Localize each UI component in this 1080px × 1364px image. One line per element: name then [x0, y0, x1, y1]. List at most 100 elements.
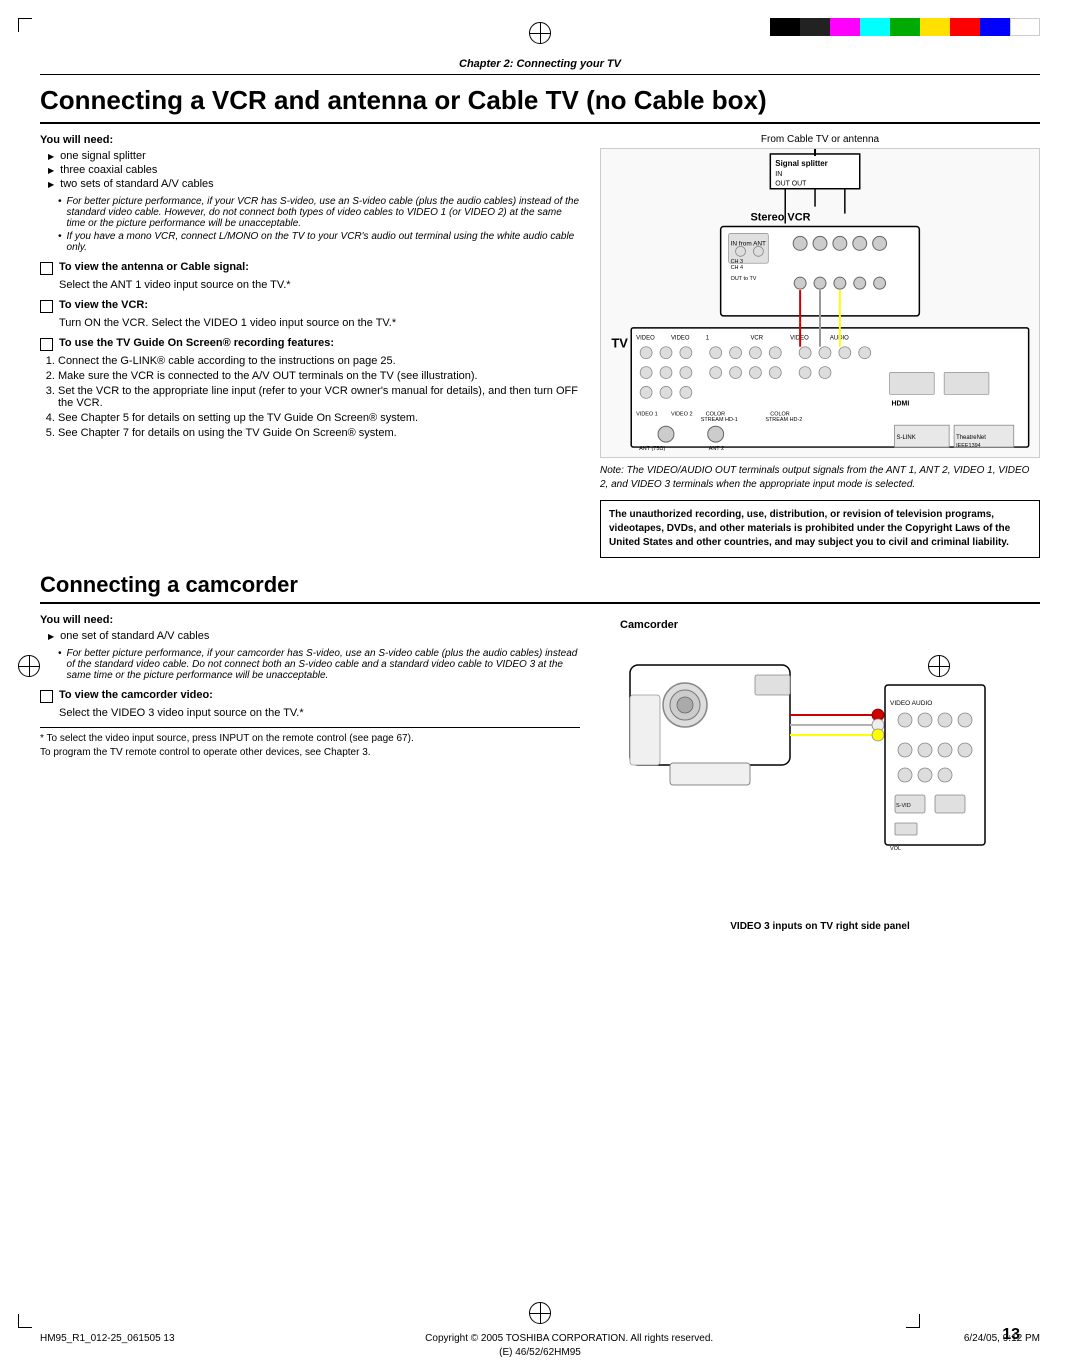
checkbox-section-2: To view the VCR: Turn ON the VCR. Select…	[40, 299, 580, 329]
checkbox-label-cam: To view the camcorder video:	[59, 689, 213, 701]
checkbox-desc-cam: Select the VIDEO 3 video input source on…	[59, 707, 580, 719]
vcr-diagram: Signal splitter IN OUT OUT Stereo VCR	[600, 148, 1040, 458]
numbered-list: Connect the G-LINK® cable according to t…	[58, 355, 580, 439]
svg-text:VIDEO AUDIO: VIDEO AUDIO	[890, 700, 932, 707]
footnote: * To select the video input source, pres…	[40, 727, 580, 760]
checkbox-desc-2: Turn ON the VCR. Select the VIDEO 1 vide…	[59, 317, 580, 329]
checkbox-label-3: To use the TV Guide On Screen® recording…	[59, 337, 334, 349]
note-text-section1: Note: The VIDEO/AUDIO OUT terminals outp…	[600, 464, 1040, 492]
corner-mark-bl	[18, 1314, 32, 1328]
color-bar-black	[770, 18, 800, 36]
camcorder-diagram-box: Camcorder	[600, 619, 1040, 932]
camcorder-label: Camcorder	[620, 619, 1040, 631]
bullet-list-section2: one set of standard A/V cables	[48, 630, 580, 642]
sub-bullet-list-section2: For better picture performance, if your …	[58, 648, 580, 681]
you-will-need-label: You will need:	[40, 134, 580, 146]
right-col-section2: Camcorder	[600, 614, 1040, 932]
section2-title: Connecting a camcorder	[40, 572, 1040, 604]
footer: HM95_R1_012-25_061505 13 Copyright © 200…	[40, 1333, 1040, 1344]
right-col-section1: From Cable TV or antenna Signal splitter…	[600, 134, 1040, 558]
corner-mark-tl	[18, 18, 32, 32]
chapter-header: Chapter 2: Connecting your TV	[40, 58, 1040, 75]
footnote-line2: To program the TV remote control to oper…	[40, 746, 580, 760]
step-3: Set the VCR to the appropriate line inpu…	[58, 385, 580, 409]
footer-left: HM95_R1_012-25_061505 13	[40, 1333, 175, 1344]
svg-text:IEEE1394: IEEE1394	[956, 443, 981, 449]
two-col-section2: You will need: one set of standard A/V c…	[40, 614, 1040, 932]
svg-text:VIDEO 1: VIDEO 1	[636, 411, 658, 417]
bullet-item-3: two sets of standard A/V cables	[48, 178, 580, 190]
page-number: 13	[1002, 1326, 1020, 1344]
checkbox-1[interactable]	[40, 262, 53, 275]
camcorder-diagram-caption: VIDEO 3 inputs on TV right side panel	[600, 921, 1040, 932]
color-bar-cyan	[860, 18, 890, 36]
checkbox-label-2: To view the VCR:	[59, 299, 148, 311]
model-number: (E) 46/52/62HM95	[499, 1347, 581, 1358]
left-col-section1: You will need: one signal splitter three…	[40, 134, 580, 558]
svg-text:ANT (75Ω): ANT (75Ω)	[639, 446, 665, 452]
svg-text:S-LINK: S-LINK	[897, 435, 916, 441]
diagram-from-label: From Cable TV or antenna	[600, 134, 1040, 145]
svg-text:IN: IN	[775, 171, 782, 178]
sub-bullet-list-section1: For better picture performance, if your …	[58, 196, 580, 253]
section1-title: Connecting a VCR and antenna or Cable TV…	[40, 85, 1040, 124]
warning-text: The unauthorized recording, use, distrib…	[609, 509, 1010, 548]
checkbox-line-3: To use the TV Guide On Screen® recording…	[40, 337, 580, 351]
camcorder-svg: VIDEO AUDIO S-VID	[600, 635, 1040, 915]
bullet-s2-1: one set of standard A/V cables	[48, 630, 580, 642]
svg-text:VIDEO 2: VIDEO 2	[671, 411, 693, 417]
chapter-header-full: Chapter 2: Connecting your TV	[459, 58, 621, 70]
color-bar-green	[890, 18, 920, 36]
color-bar-white	[1010, 18, 1040, 36]
svg-text:OUT OUT: OUT OUT	[775, 181, 807, 188]
color-bar	[770, 18, 1040, 36]
checkbox-2[interactable]	[40, 300, 53, 313]
svg-text:VOL: VOL	[890, 846, 901, 852]
footnote-line1: * To select the video input source, pres…	[40, 732, 580, 746]
color-bar-blue	[980, 18, 1010, 36]
checkbox-section-1: To view the antenna or Cable signal: Sel…	[40, 261, 580, 291]
svg-text:VIDEO: VIDEO	[671, 336, 690, 342]
bullet-list-section1: one signal splitter three coaxial cables…	[48, 150, 580, 190]
color-bar-magenta	[830, 18, 860, 36]
svg-text:ANT 2: ANT 2	[709, 446, 724, 452]
checkbox-line-1: To view the antenna or Cable signal:	[40, 261, 580, 275]
checkbox-line-cam: To view the camcorder video:	[40, 689, 580, 703]
svg-text:CH 4: CH 4	[731, 265, 743, 271]
svg-text:Stereo VCR: Stereo VCR	[750, 212, 810, 224]
svg-text:VIDEO: VIDEO	[636, 336, 655, 342]
you-will-need-label-2: You will need:	[40, 614, 580, 626]
step-2: Make sure the VCR is connected to the A/…	[58, 370, 580, 382]
checkbox-3[interactable]	[40, 338, 53, 351]
warning-box: The unauthorized recording, use, distrib…	[600, 500, 1040, 558]
two-col-section1: You will need: one signal splitter three…	[40, 134, 1040, 558]
crosshair-mid-left	[18, 655, 40, 677]
checkbox-cam[interactable]	[40, 690, 53, 703]
svg-text:S-VID: S-VID	[896, 803, 911, 809]
vcr-svg: Signal splitter IN OUT OUT Stereo VCR	[601, 149, 1039, 457]
svg-text:OUT to TV: OUT to TV	[731, 276, 757, 282]
svg-text:TheatreNet: TheatreNet	[956, 435, 986, 441]
step-1: Connect the G-LINK® cable according to t…	[58, 355, 580, 367]
checkbox-desc-1: Select the ANT 1 video input source on t…	[59, 279, 580, 291]
sub-bullet-1: For better picture performance, if your …	[58, 196, 580, 229]
sub-bullet-s2-1: For better picture performance, if your …	[58, 648, 580, 681]
bullet-item-2: three coaxial cables	[48, 164, 580, 176]
sub-bullet-2: If you have a mono VCR, connect L/MONO o…	[58, 231, 580, 253]
svg-text:Signal splitter: Signal splitter	[775, 159, 828, 168]
svg-text:TV: TV	[611, 336, 628, 351]
svg-text:STREAM HD-1: STREAM HD-1	[701, 417, 738, 423]
step-4: See Chapter 5 for details on setting up …	[58, 412, 580, 424]
step-5: See Chapter 7 for details on using the T…	[58, 427, 580, 439]
checkbox-line-2: To view the VCR:	[40, 299, 580, 313]
checkbox-label-1: To view the antenna or Cable signal:	[59, 261, 249, 273]
svg-text:IN from ANT: IN from ANT	[731, 241, 766, 248]
page-wrapper: Chapter 2: Connecting your TV Connecting…	[0, 0, 1080, 1364]
color-bar-red	[950, 18, 980, 36]
footer-center: Copyright © 2005 TOSHIBA CORPORATION. Al…	[425, 1333, 713, 1344]
color-bar-dark	[800, 18, 830, 36]
checkbox-section-3: To use the TV Guide On Screen® recording…	[40, 337, 580, 439]
corner-mark-br	[906, 1314, 920, 1328]
crosshair-bottom	[529, 1302, 551, 1324]
bullet-item-1: one signal splitter	[48, 150, 580, 162]
